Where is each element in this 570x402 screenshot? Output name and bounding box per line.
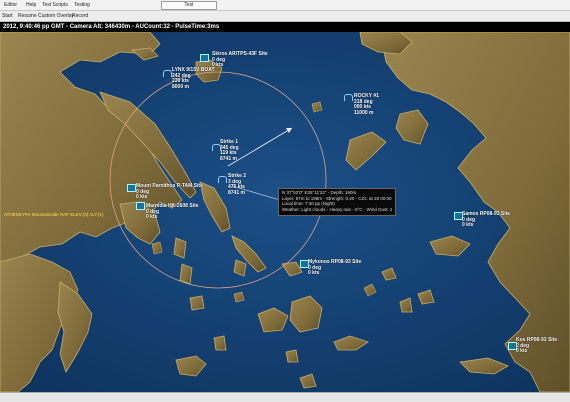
record-button[interactable]: Record (72, 13, 88, 19)
start-button[interactable]: Start (2, 13, 13, 19)
small-island-3 (311, 101, 323, 113)
strike-track-icon[interactable] (218, 176, 227, 183)
target-label-parnithos: Mount Parnithos P-TAM Site 0 deg 0 kts (136, 183, 203, 200)
aircraft-track-icon[interactable] (163, 70, 172, 77)
target-label-samos: Samos RP08-93 Site 0 deg 0 kts (462, 211, 511, 228)
camera-status-bar: 2012, 9:40:46 pp GMT - Camera Alt: 34643… (0, 22, 570, 32)
toolbar: Start Resume Custom Overlay Record (0, 11, 570, 22)
small-island-1 (233, 291, 245, 303)
kythnos-island (179, 263, 193, 285)
target-label-kos: Kos RP08-93 Site 0 deg 0 kts (516, 337, 558, 354)
serifos-island (189, 295, 205, 311)
target-label-mykonos: Mykonos RP08-93 Site 0 deg 0 kts (308, 259, 362, 276)
ios-island (285, 349, 299, 363)
menu-item-help[interactable]: Help (26, 2, 36, 8)
cursor-info-tooltip: N 37°52'0" E25°11'22" - Depth: 160m Laye… (278, 188, 396, 216)
target-label-lynx: LYNX 9/15V BOAT 242 deg 239 kts 8000 m (172, 67, 215, 90)
menu-bar: Editor Help Test Scripts Testing Test (0, 0, 570, 11)
ship-track-icon[interactable] (344, 94, 353, 101)
radar-site-icon[interactable] (136, 202, 145, 210)
radar-site-icon[interactable] (127, 184, 136, 192)
target-label-marnidia: Marnidia HK-2608 Site 0 deg 0 kts (146, 203, 199, 220)
target-label-skiros: Skiros AR/TPS-43F Site 0 deg 0 kts (212, 51, 268, 68)
tactical-map[interactable]: Skiros AR/TPS-43F Site 0 deg 0 kts LYNX … (0, 32, 570, 392)
target-label-strike-1: Strike 1 345 deg 119 kts 8741 m (220, 139, 239, 162)
resume-button[interactable]: Resume (18, 13, 37, 19)
custom-overlay-button[interactable]: Custom Overlay (38, 13, 74, 19)
test-button[interactable]: Test (161, 1, 217, 10)
target-label-strike-2: Strike 2 3 deg 475 kts 8741 m (228, 173, 247, 196)
menu-item-test-scripts[interactable]: Test Scripts (42, 2, 68, 8)
radar-site-icon[interactable] (200, 54, 209, 62)
sifnos-island (213, 335, 227, 351)
menu-item-testing[interactable]: Testing (74, 2, 90, 8)
kea-island (173, 237, 187, 259)
menu-item-editor[interactable]: Editor (4, 2, 17, 8)
target-label-rocky: ROCKY #1 218 deg 000 kts 11000 m (354, 93, 379, 116)
small-island-4 (151, 241, 163, 255)
site-label-athens: ATHENS PHI Mountainside RAF ELEV:(3) ALT… (4, 212, 104, 217)
